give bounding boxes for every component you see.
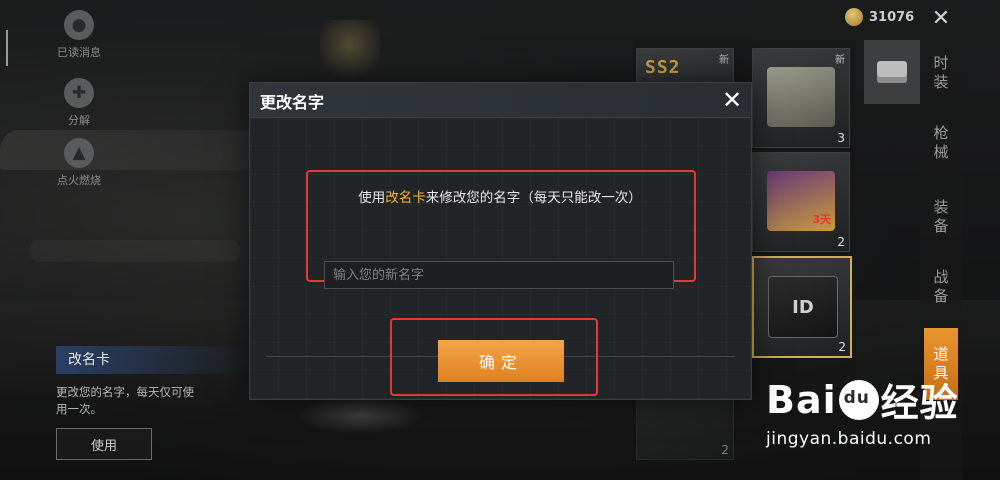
- left-nav-burn[interactable]: ▲ 点火燃烧: [55, 138, 103, 188]
- slot-art-text: SS2: [645, 57, 681, 78]
- tab-equipment[interactable]: 装备: [924, 198, 958, 236]
- flame-icon: ▲: [64, 138, 94, 168]
- inventory-slot[interactable]: 新 3: [752, 48, 850, 148]
- new-name-input[interactable]: [324, 261, 674, 289]
- left-nav-messages[interactable]: ● 已读消息: [55, 10, 103, 60]
- slot-count: 3: [837, 131, 845, 145]
- coin-icon: [845, 8, 863, 26]
- item-info-panel: 改名卡 更改您的名字，每天仅可使用一次。 使用: [56, 346, 252, 460]
- baidu-watermark: Bai 经验 jingyan.baidu.com: [766, 372, 959, 450]
- use-item-button[interactable]: 使用: [56, 428, 152, 460]
- rename-dialog: 更改名字 ✕ 使用改名卡来修改您的名字（每天只能改一次） 确定: [249, 82, 752, 400]
- tab-firearms[interactable]: 枪械: [924, 124, 958, 162]
- item-info-title: 改名卡: [56, 346, 252, 374]
- slot-count: 2: [837, 235, 845, 249]
- inventory-slot[interactable]: 3天 2: [752, 152, 850, 252]
- slot-art-text: 3天: [812, 213, 831, 226]
- left-nav-decompose[interactable]: ✚ 分解: [55, 78, 103, 128]
- inventory-category-box[interactable]: [864, 40, 920, 104]
- currency-display: 31076: [845, 8, 914, 26]
- baidu-paw-icon: [838, 379, 879, 420]
- rename-instruction: 使用改名卡来修改您的名字（每天只能改一次）: [358, 190, 642, 206]
- watermark-brand-right: 经验: [880, 381, 959, 425]
- item-info-description: 更改您的名字，每天仅可使用一次。: [56, 385, 194, 416]
- tab-fashion[interactable]: 时装: [924, 54, 958, 92]
- dialog-title: 更改名字: [260, 93, 325, 112]
- close-icon: ✕: [721, 86, 743, 114]
- close-inventory-button[interactable]: ✕: [926, 6, 956, 32]
- dialog-close-button[interactable]: ✕: [717, 85, 747, 115]
- left-scroll-indicator: [6, 30, 8, 66]
- new-badge: 新: [835, 55, 845, 66]
- tab-supplies[interactable]: 战备: [924, 268, 958, 306]
- inventory-slot-selected[interactable]: ID 2: [752, 256, 852, 358]
- slot-art-text: ID: [792, 296, 814, 318]
- new-badge: 新: [719, 55, 729, 66]
- puzzle-icon: ✚: [64, 78, 94, 108]
- slot-count: 2: [721, 443, 729, 457]
- rename-card-highlight: 改名卡: [385, 190, 426, 206]
- avatar-icon: ●: [64, 10, 94, 40]
- crate-icon: [767, 67, 835, 127]
- rename-card-icon: ID: [768, 276, 838, 338]
- coupon-card-icon: 3天: [767, 171, 835, 231]
- slot-count: 2: [838, 340, 846, 354]
- dialog-body: 使用改名卡来修改您的名字（每天只能改一次） 确定: [250, 118, 751, 399]
- watermark-url: jingyan.baidu.com: [766, 429, 932, 449]
- close-icon: ✕: [931, 6, 951, 31]
- dialog-header: 更改名字 ✕: [250, 83, 751, 118]
- currency-amount: 31076: [869, 9, 915, 25]
- box-icon: [877, 61, 907, 83]
- watermark-brand-left: Bai: [766, 377, 837, 422]
- confirm-button[interactable]: 确定: [438, 340, 564, 382]
